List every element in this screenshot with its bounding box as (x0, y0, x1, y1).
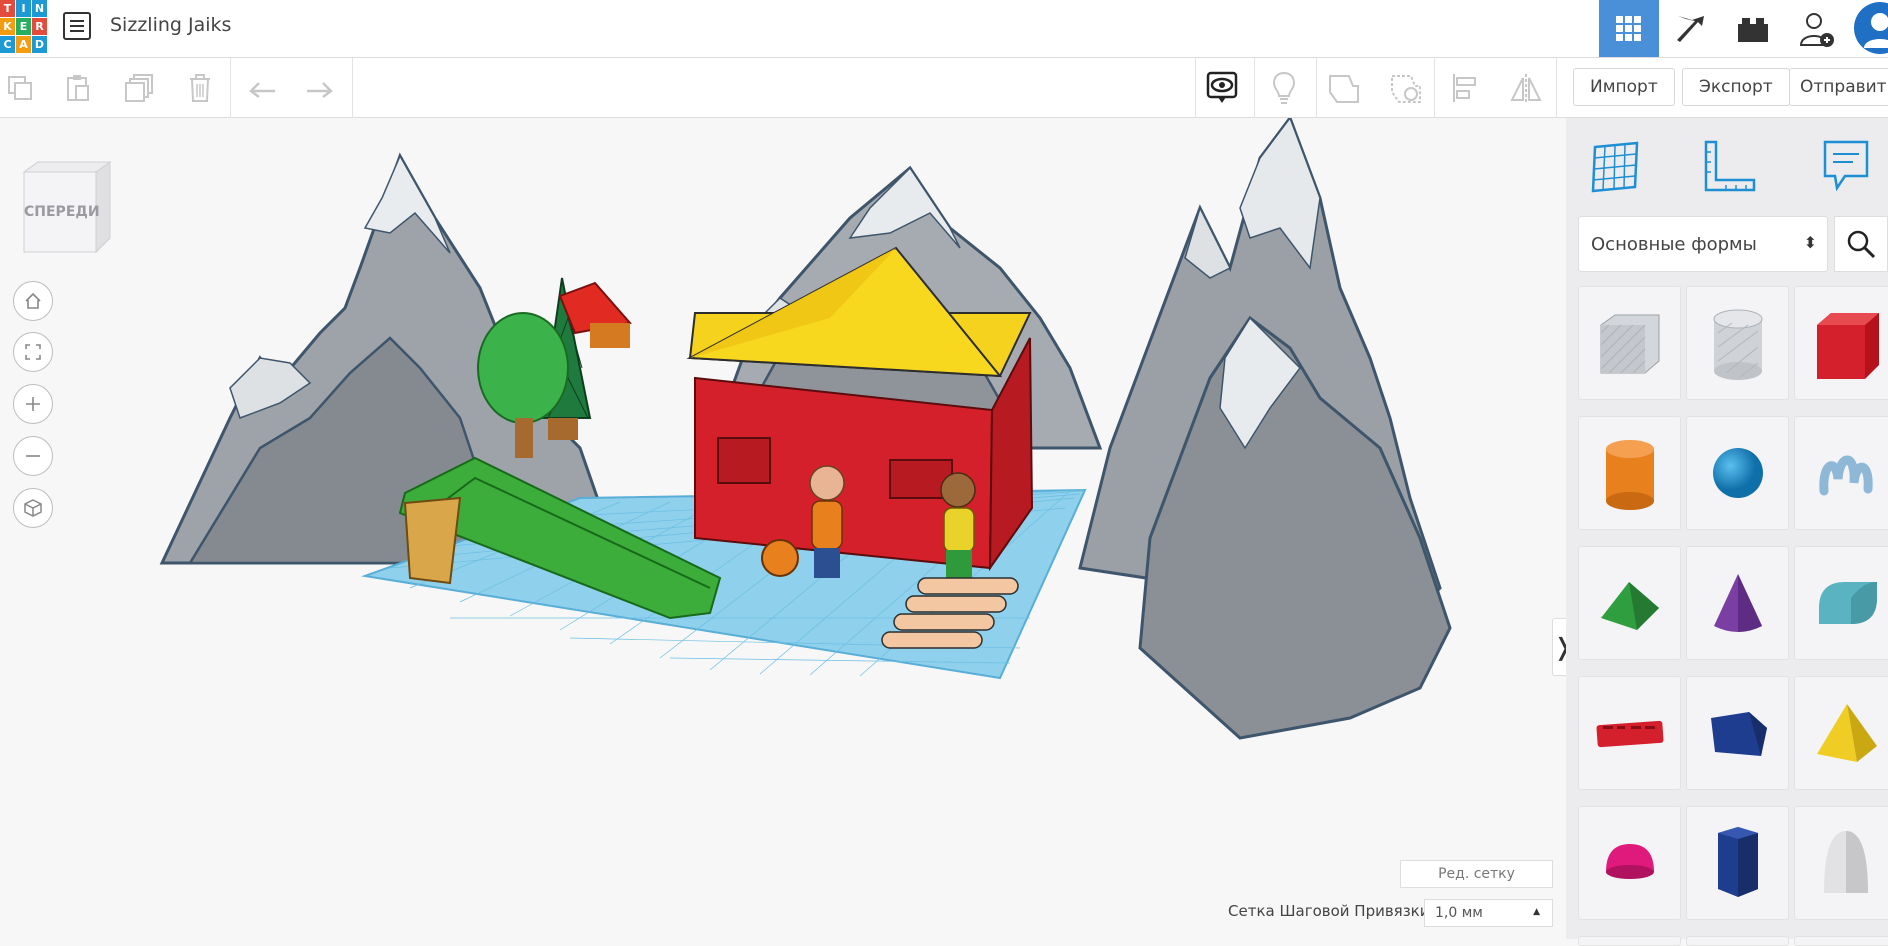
view-cube[interactable]: СПЕРЕДИ (18, 158, 114, 254)
fit-all-icon[interactable] (13, 332, 53, 372)
toolbar: Импорт Экспорт Отправить (0, 58, 1888, 118)
undo-icon[interactable] (244, 70, 280, 106)
import-button[interactable]: Импорт (1573, 68, 1675, 106)
snap-grid-select[interactable]: 1,0 мм (1424, 899, 1553, 927)
shape-tile-cylinder[interactable] (1578, 416, 1681, 530)
workplane-icon[interactable] (1586, 136, 1646, 196)
logo-letter: E (16, 18, 31, 35)
tinkercad-logo[interactable]: T I N K E R C A D (0, 0, 47, 53)
shape-tile-polygon[interactable] (1686, 676, 1789, 790)
copy-icon[interactable] (2, 70, 38, 106)
shape-tile-partial (1686, 936, 1789, 946)
paste-icon[interactable] (60, 70, 96, 106)
shape-tile-half-sphere[interactable] (1578, 806, 1681, 920)
zoom-in-icon[interactable] (13, 384, 53, 424)
shape-tile-roof[interactable] (1578, 546, 1681, 660)
design-list-button[interactable] (63, 12, 91, 40)
shape-tile-hexagonal-prism[interactable] (1686, 806, 1789, 920)
shape-tile-round-roof[interactable] (1794, 546, 1888, 660)
home-view-icon[interactable] (13, 281, 53, 321)
logo-letter: C (0, 36, 15, 53)
shape-tile-partial (1578, 936, 1681, 946)
light-bulb-icon[interactable] (1266, 70, 1302, 106)
shape-tile-paraboloid[interactable] (1794, 806, 1888, 920)
logo-letter: I (16, 0, 31, 17)
shape-tile-cylinder-hole[interactable] (1686, 286, 1789, 400)
send-button[interactable]: Отправить (1789, 68, 1888, 106)
logo-letter: A (16, 36, 31, 53)
shape-category-select[interactable]: Основные формы (1578, 216, 1828, 272)
zoom-out-icon[interactable] (13, 436, 53, 476)
logo-letter: D (32, 36, 47, 53)
shape-solid-icon[interactable] (1326, 70, 1362, 106)
logo-letter: K (0, 18, 15, 35)
ruler-icon[interactable] (1700, 136, 1760, 196)
pickaxe-icon[interactable] (1661, 0, 1721, 57)
shape-tile-scribble[interactable] (1794, 416, 1888, 530)
align-icon[interactable] (1448, 70, 1484, 106)
grid-view-icon[interactable] (1599, 0, 1659, 57)
note-icon[interactable] (1816, 136, 1876, 196)
shape-tile-box-hole[interactable] (1578, 286, 1681, 400)
shape-tile-cone[interactable] (1686, 546, 1789, 660)
duplicate-icon[interactable] (122, 70, 158, 106)
workplane[interactable]: СПЕРЕДИ Ред. сетку Сетка Шаговой Привязк… (0, 118, 1574, 939)
logo-letter: N (32, 0, 47, 17)
avatar-icon[interactable] (1850, 0, 1888, 57)
logo-letter: T (0, 0, 15, 17)
view-cube-front-label: СПЕРЕДИ (24, 204, 100, 220)
shape-tile-sphere[interactable] (1686, 416, 1789, 530)
scene-3d-model[interactable] (150, 118, 1510, 758)
snap-grid-label: Сетка Шаговой Привязки (1228, 902, 1430, 920)
delete-icon[interactable] (182, 70, 218, 106)
shape-tile-pyramid[interactable] (1794, 676, 1888, 790)
design-title[interactable]: Sizzling Jaiks (110, 14, 231, 36)
search-icon[interactable] (1834, 216, 1888, 272)
lego-brick-icon[interactable] (1723, 0, 1783, 57)
edit-grid-button[interactable]: Ред. сетку (1400, 860, 1553, 888)
shape-tile-partial (1794, 936, 1888, 946)
mirror-icon[interactable] (1508, 70, 1544, 106)
add-user-icon[interactable] (1786, 0, 1846, 57)
redo-icon[interactable] (302, 70, 338, 106)
notes-visibility-icon[interactable] (1204, 70, 1240, 106)
shape-tile-text[interactable] (1578, 676, 1681, 790)
top-bar: T I N K E R C A D Sizzling Jaiks (0, 0, 1888, 58)
shape-tile-box[interactable] (1794, 286, 1888, 400)
export-button[interactable]: Экспорт (1682, 68, 1790, 106)
perspective-icon[interactable] (13, 488, 53, 528)
shape-hole-icon[interactable] (1388, 70, 1424, 106)
shapes-panel: Основные формы (1566, 118, 1888, 946)
logo-letter: R (32, 18, 47, 35)
